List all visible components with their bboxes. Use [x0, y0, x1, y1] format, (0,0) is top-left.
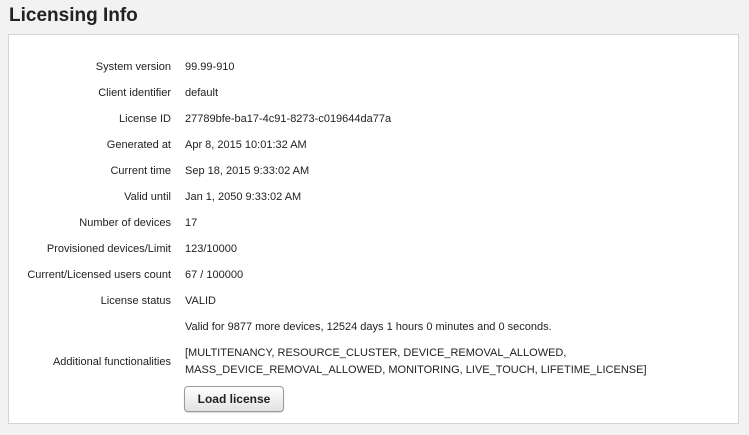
info-row-system-version: System version 99.99-910: [9, 54, 738, 80]
info-row-additional-functionalities: Additional functionalities [MULTITENANCY…: [9, 340, 738, 384]
actions-row: Load license: [184, 386, 284, 412]
info-row-valid-until: Valid until Jan 1, 2050 9:33:02 AM: [9, 184, 738, 210]
row-value: 17: [185, 217, 198, 229]
additional-functionalities-value: [MULTITENANCY, RESOURCE_CLUSTER, DEVICE_…: [185, 347, 647, 376]
info-row-license-id: License ID 27789bfe-ba17-4c91-8273-c0196…: [9, 106, 738, 132]
row-value: 27789bfe-ba17-4c91-8273-c019644da77a: [185, 113, 392, 125]
page-title: Licensing Info: [9, 5, 138, 26]
info-row-provisioned-devices: Provisioned devices/Limit 123/10000: [9, 236, 738, 262]
row-label: License status: [100, 295, 171, 307]
row-label: System version: [95, 61, 171, 73]
row-label: Additional functionalities: [52, 356, 171, 368]
info-row-users-count: Current/Licensed users count 67 / 100000: [9, 262, 738, 288]
row-value: 123/10000: [185, 243, 237, 255]
load-license-button[interactable]: Load license: [184, 386, 284, 412]
row-label: License ID: [119, 113, 171, 125]
validity-note: Valid for 9877 more devices, 12524 days …: [185, 321, 552, 333]
row-value: VALID: [185, 295, 216, 307]
row-value: Sep 18, 2015 9:33:02 AM: [185, 165, 310, 177]
info-row-client-identifier: Client identifier default: [9, 80, 738, 106]
row-label: Current/Licensed users count: [27, 269, 171, 281]
info-row-generated-at: Generated at Apr 8, 2015 10:01:32 AM: [9, 132, 738, 158]
row-value: Jan 1, 2050 9:33:02 AM: [185, 191, 302, 203]
info-row-current-time: Current time Sep 18, 2015 9:33:02 AM: [9, 158, 738, 184]
info-row-number-of-devices: Number of devices 17: [9, 210, 738, 236]
row-label: Provisioned devices/Limit: [46, 243, 171, 255]
info-row-license-status: License status VALID: [9, 288, 738, 314]
validity-note-row: Valid for 9877 more devices, 12524 days …: [9, 314, 738, 340]
row-label: Generated at: [106, 139, 171, 151]
licensing-info-panel: System version 99.99-910 Client identifi…: [8, 34, 739, 424]
row-value: default: [185, 87, 219, 99]
info-rows: System version 99.99-910 Client identifi…: [9, 54, 738, 384]
row-label: Current time: [110, 165, 171, 177]
row-value: 99.99-910: [185, 61, 235, 73]
row-label: Valid until: [124, 191, 171, 203]
row-value: 67 / 100000: [185, 269, 244, 281]
row-label: Number of devices: [79, 217, 171, 229]
row-label: Client identifier: [98, 87, 171, 99]
row-value: Apr 8, 2015 10:01:32 AM: [185, 139, 307, 151]
